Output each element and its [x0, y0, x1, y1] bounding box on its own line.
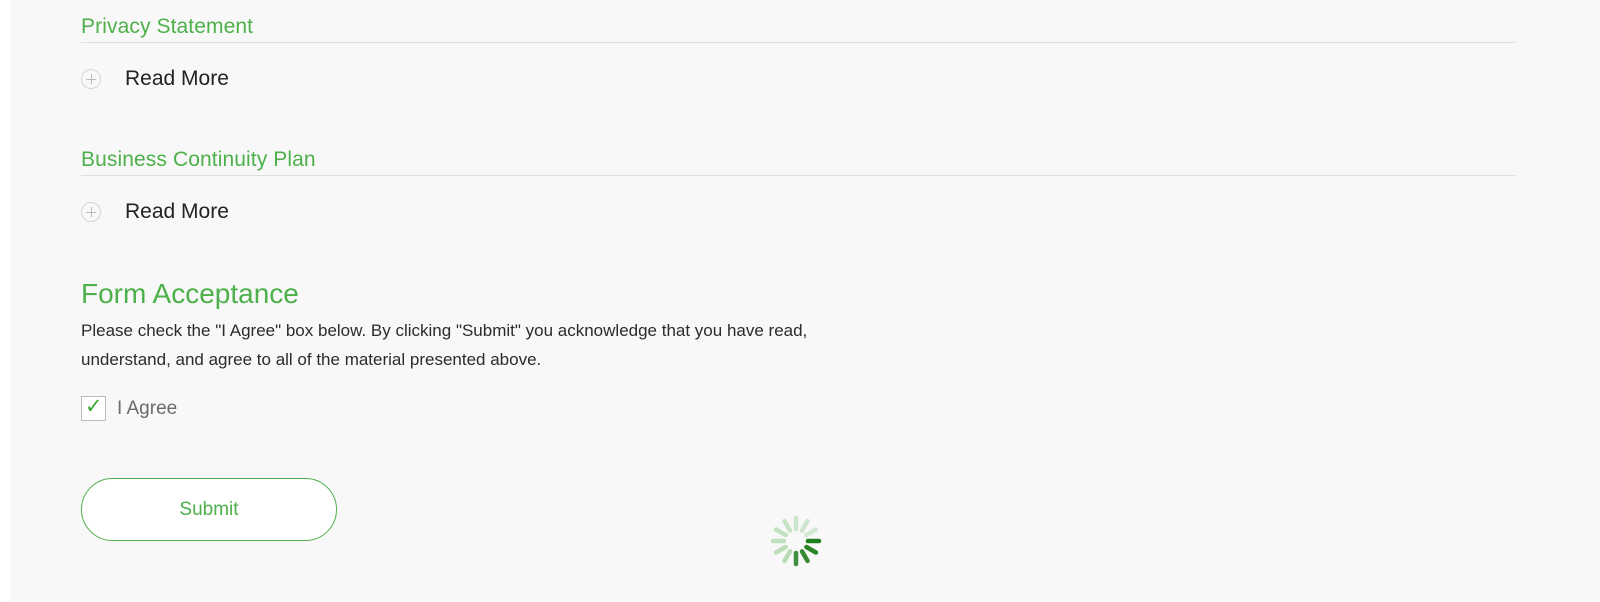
spinner-spoke — [799, 518, 810, 533]
plus-icon — [81, 202, 101, 222]
spinner-spoke — [782, 518, 793, 533]
section-divider — [81, 175, 1515, 176]
form-acceptance-heading: Form Acceptance — [81, 278, 299, 309]
loading-spinner-icon — [770, 515, 822, 567]
form-acceptance-description: Please check the "I Agree" box below. By… — [81, 321, 808, 369]
i-agree-checkbox[interactable]: ✓ — [81, 394, 106, 421]
page-background: Privacy Statement Read More Business Con… — [10, 0, 1600, 602]
business-continuity-read-more-toggle[interactable]: Read More — [81, 200, 229, 224]
spinner-spoke — [782, 549, 793, 564]
plus-icon — [81, 69, 101, 89]
spinner-spoke — [804, 527, 819, 538]
i-agree-checkbox-row[interactable]: ✓ I Agree — [81, 394, 178, 421]
read-more-label: Read More — [125, 67, 229, 90]
privacy-statement-title: Privacy Statement — [81, 15, 254, 38]
privacy-read-more-toggle[interactable]: Read More — [81, 67, 229, 91]
spinner-spoke — [804, 544, 819, 555]
spinner-spoke — [773, 544, 788, 555]
section-divider — [81, 42, 1515, 43]
read-more-label: Read More — [125, 200, 229, 223]
spinner-spoke — [773, 527, 788, 538]
business-continuity-title: Business Continuity Plan — [81, 148, 316, 171]
spinner-spoke — [799, 549, 810, 564]
i-agree-label: I Agree — [117, 397, 178, 419]
submit-button[interactable]: Submit — [81, 478, 337, 541]
checkmark-icon: ✓ — [85, 394, 103, 418]
